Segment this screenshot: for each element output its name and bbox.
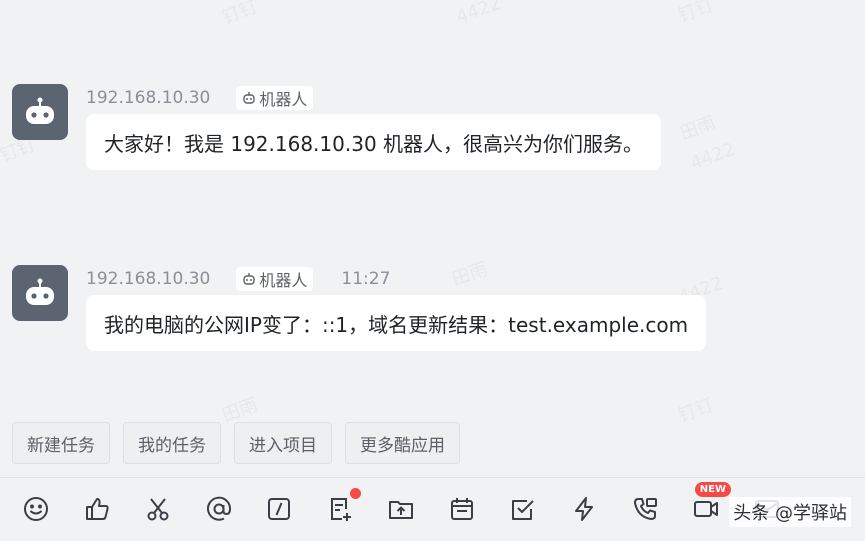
enter-project-button[interactable]: 进入项目: [234, 422, 332, 464]
message-time: 11:27: [341, 269, 391, 289]
sender-name[interactable]: 192.168.10.30: [86, 269, 210, 289]
quick-actions: 新建任务 我的任务 进入项目 更多酷应用: [12, 422, 460, 464]
robot-icon: [26, 278, 54, 305]
watermark-text: 4422: [688, 139, 738, 175]
note-add-icon[interactable]: [325, 488, 361, 524]
sender-name[interactable]: 192.168.10.30: [86, 88, 210, 108]
thumbs-up-icon[interactable]: [82, 494, 112, 524]
robot-avatar[interactable]: [12, 265, 68, 321]
message-meta: 192.168.10.30 机器人: [86, 86, 314, 110]
emoji-icon[interactable]: [21, 494, 51, 524]
slash-command-icon[interactable]: [264, 494, 294, 524]
upload-folder-icon[interactable]: [386, 494, 416, 524]
watermark-text: 田雨: [449, 258, 490, 291]
my-tasks-button[interactable]: 我的任务: [123, 422, 221, 464]
message-bubble[interactable]: 大家好！我是 192.168.10.30 机器人，很高兴为你们服务。: [86, 114, 662, 170]
new-task-button[interactable]: 新建任务: [12, 422, 110, 464]
video-icon[interactable]: NEW: [691, 482, 731, 524]
bot-tag-label: 机器人: [259, 271, 308, 290]
robot-avatar[interactable]: [12, 84, 68, 140]
watermark-text: 钉钉: [675, 0, 716, 27]
robot-tag-icon: [243, 92, 256, 104]
lightning-icon[interactable]: [569, 494, 599, 524]
robot-tag-icon: [243, 273, 256, 285]
at-icon[interactable]: [204, 494, 234, 524]
source-watermark: 头条 @学驿站: [729, 497, 851, 527]
watermark-text: 钉钉: [675, 394, 716, 427]
new-badge: NEW: [694, 482, 731, 497]
bot-tag: 机器人: [236, 267, 314, 291]
watermark-text: 田雨: [677, 112, 718, 145]
bot-tag-label: 机器人: [259, 90, 308, 109]
calendar-icon[interactable]: [447, 494, 477, 524]
message-text: 大家好！我是 192.168.10.30 机器人，很高兴为你们服务。: [104, 131, 644, 156]
robot-icon: [26, 97, 54, 124]
message-text: 我的电脑的公网IP变了：::1，域名更新结果：test.example.com: [104, 312, 689, 337]
message-meta: 192.168.10.30 机器人 11:27: [86, 267, 390, 291]
more-apps-button[interactable]: 更多酷应用: [345, 422, 460, 464]
watermark-text: 钉钉: [219, 0, 260, 29]
phone-icon[interactable]: [630, 494, 660, 524]
bot-tag: 机器人: [236, 86, 314, 110]
notification-dot: [350, 488, 361, 499]
todo-check-icon[interactable]: [508, 494, 538, 524]
scissors-icon[interactable]: [143, 494, 173, 524]
watermark-text: 4422: [454, 0, 504, 29]
message-bubble[interactable]: 我的电脑的公网IP变了：::1，域名更新结果：test.example.com: [86, 295, 707, 351]
